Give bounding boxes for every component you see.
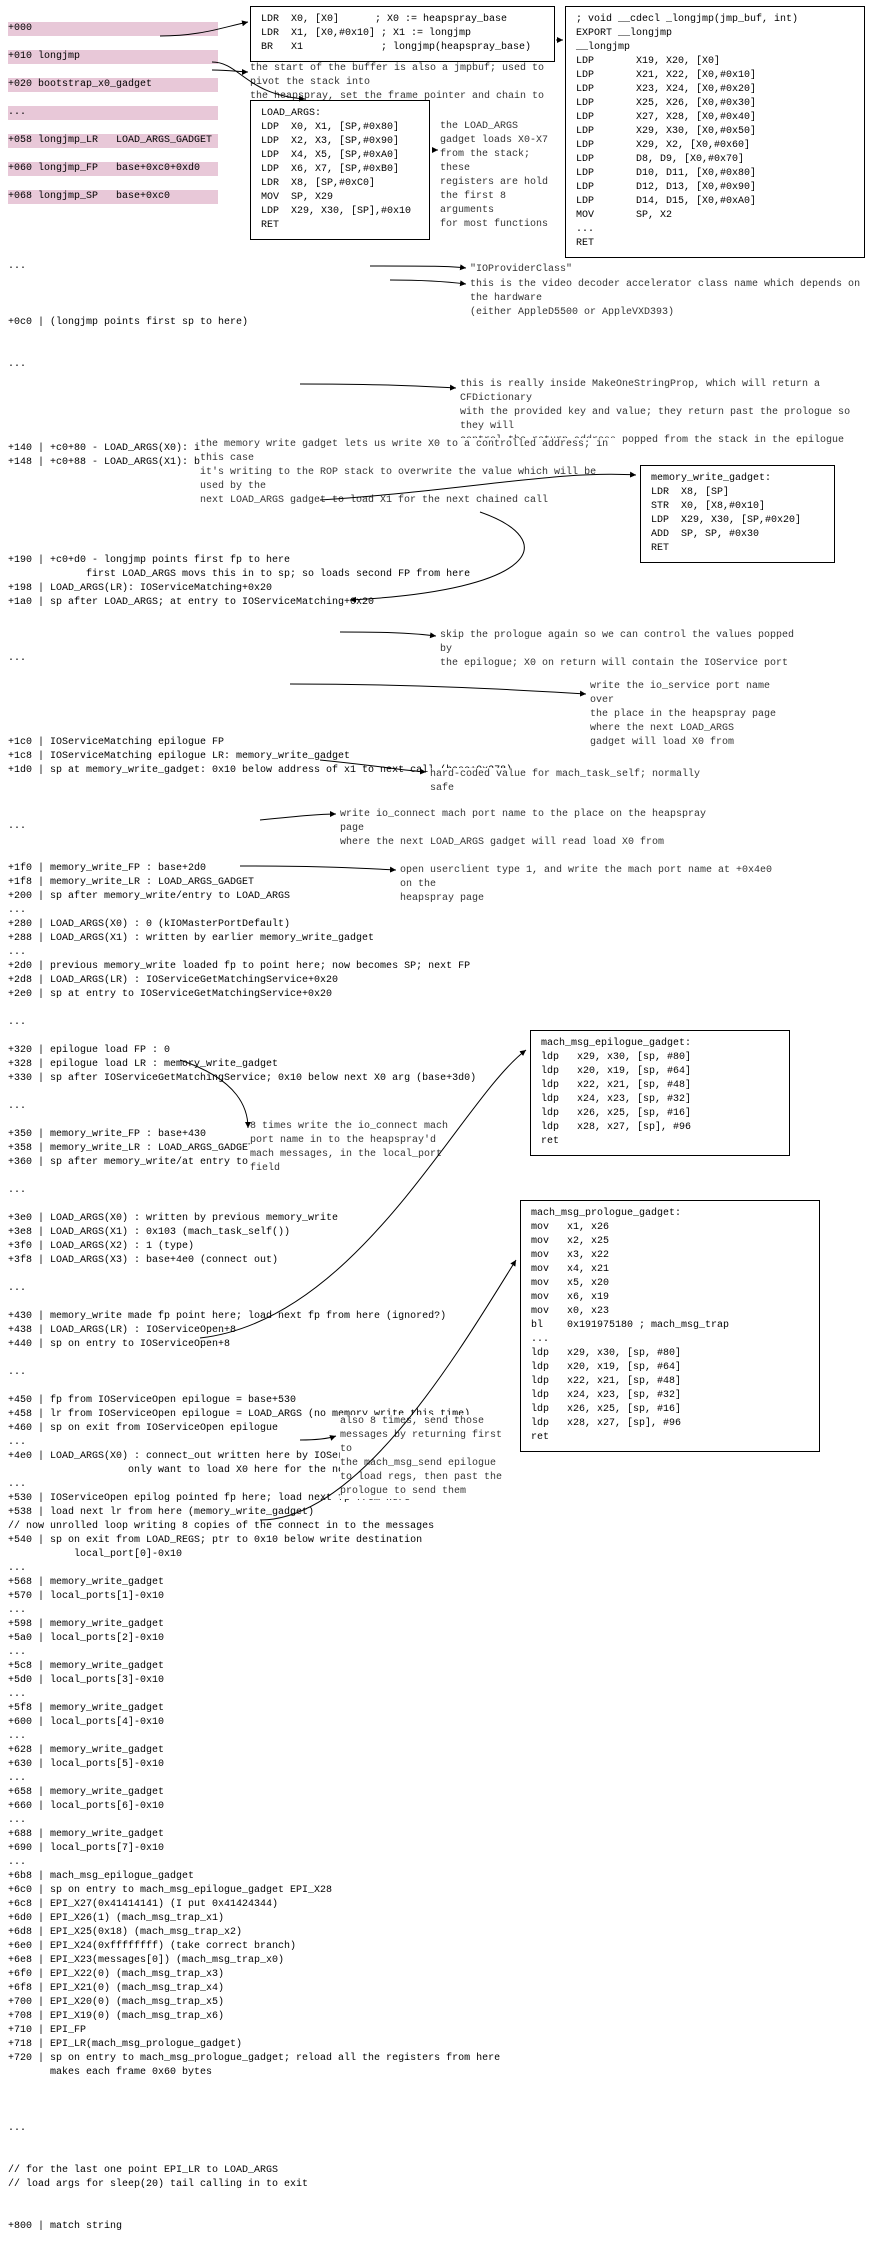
mach-msg-epilogue-box: mach_msg_epilogue_gadget: ldp x29, x30, … <box>530 1030 790 1156</box>
annot-open-userclient: open userclient type 1, and write the ma… <box>400 864 780 906</box>
annot-skip-prologue: skip the prologue again so we can contro… <box>440 629 800 671</box>
annot-memwrite-desc: the memory write gadget lets us write X0… <box>200 438 620 508</box>
load-args-box: LOAD_ARGS: LDP X0, X1, [SP,#0x80] LDP X2… <box>250 100 430 240</box>
bootstrap-gadget-box: LDR X0, [X0] ; X0 := heapspray_base LDR … <box>250 6 555 62</box>
annot-8times-send: also 8 times, send those messages by ret… <box>340 1415 510 1499</box>
annot-ioprov: "IOProviderClass" <box>470 263 572 277</box>
annot-load-args: the LOAD_ARGS gadget loads X0-X7 from th… <box>440 120 556 232</box>
memory-write-gadget-box: memory_write_gadget: LDR X8, [SP] STR X0… <box>640 465 835 563</box>
mach-msg-prologue-box: mach_msg_prologue_gadget: mov x1, x26 mo… <box>520 1200 820 1452</box>
longjmp-source-box: ; void __cdecl _longjmp(jmp_buf, int) EX… <box>565 6 865 258</box>
annot-write-ioservice: write the io_service port name over the … <box>590 680 800 750</box>
annot-hardcoded: hard-coded value for mach_task_self; nor… <box>430 768 730 796</box>
annot-8times-write: 8 times write the io_connect mach port n… <box>250 1120 450 1176</box>
annot-video-decoder: this is the video decoder accelerator cl… <box>470 278 870 320</box>
annot-write-ioconnect: write io_connect mach port name to the p… <box>340 808 720 850</box>
